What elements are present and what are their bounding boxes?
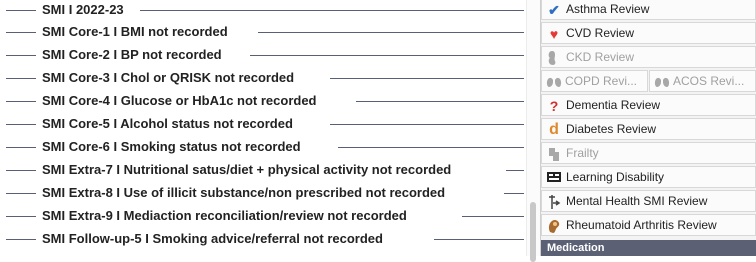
tree-row-label: SMI Core-2 I BP not recorded bbox=[42, 47, 228, 62]
tree-row-core-5[interactable]: SMI Core-5 I Alcohol status not recorded bbox=[0, 114, 524, 137]
tree-row-core-6[interactable]: SMI Core-6 I Smoking status not recorded bbox=[0, 137, 524, 160]
tree-connector bbox=[462, 216, 524, 217]
tree-row-core-1[interactable]: SMI Core-1 I BMI not recorded bbox=[0, 22, 524, 45]
tree-row-core-3[interactable]: SMI Core-3 I Chol or QRISK not recorded bbox=[0, 68, 524, 91]
tree-connector bbox=[6, 10, 36, 11]
learning-disability-button[interactable]: Learning Disability bbox=[541, 166, 756, 188]
tree-row-label: SMI Core-5 I Alcohol status not recorded bbox=[42, 116, 299, 131]
review-label: Mental Health SMI Review bbox=[566, 194, 708, 208]
mental-health-smi-review-button[interactable]: Mental Health SMI Review bbox=[541, 190, 756, 212]
acos-review-button[interactable]: ACOS Revi... bbox=[649, 70, 756, 92]
tree-row-label: SMI Core-6 I Smoking status not recorded bbox=[42, 139, 307, 154]
tree-connector bbox=[6, 193, 36, 194]
review-label: Diabetes Review bbox=[566, 122, 657, 136]
tree-connector bbox=[6, 101, 36, 102]
review-label: CKD Review bbox=[566, 50, 635, 64]
tree-row-follow-up-5[interactable]: SMI Follow-up-5 I Smoking advice/referra… bbox=[0, 229, 524, 252]
tree-row-core-2[interactable]: SMI Core-2 I BP not recorded bbox=[0, 45, 524, 68]
review-label: Rheumatoid Arthritis Review bbox=[566, 218, 717, 232]
mental-health-icon bbox=[546, 194, 562, 210]
copd-review-button[interactable]: COPD Revi... bbox=[541, 70, 648, 92]
tree-connector bbox=[356, 101, 524, 102]
asthma-review-button[interactable]: ✔ Asthma Review bbox=[541, 0, 756, 20]
learning-icon bbox=[546, 170, 562, 186]
tree-connector bbox=[330, 78, 524, 79]
smi-tree-list: SMI I 2022-23 SMI Core-1 I BMI not recor… bbox=[0, 0, 526, 256]
tree-row-label: SMI Core-4 I Glucose or HbA1c not record… bbox=[42, 93, 323, 108]
review-label: Dementia Review bbox=[566, 98, 661, 112]
tree-row-extra-8[interactable]: SMI Extra-8 I Use of illicit substance/n… bbox=[0, 183, 524, 206]
tree-row-label: SMI Core-3 I Chol or QRISK not recorded bbox=[42, 70, 301, 85]
tree-connector bbox=[330, 124, 524, 125]
scrollbar-thumb[interactable] bbox=[530, 202, 536, 262]
question-icon: ? bbox=[549, 98, 559, 114]
rheumatoid-icon bbox=[546, 218, 562, 234]
ckd-review-button[interactable]: CKD Review bbox=[541, 46, 756, 68]
tree-row-label: SMI I 2022-23 bbox=[42, 2, 130, 17]
check-icon: ✔ bbox=[548, 2, 560, 18]
review-label: Frailty bbox=[566, 146, 599, 160]
tree-connector bbox=[338, 147, 524, 148]
review-label: COPD Revi... bbox=[565, 74, 638, 88]
medication-section-header[interactable]: Medication bbox=[541, 240, 756, 256]
tree-row-label: SMI Extra-7 I Nutritional satus/diet + p… bbox=[42, 162, 458, 177]
review-label: Asthma Review bbox=[566, 2, 650, 16]
review-label: ACOS Revi... bbox=[673, 74, 745, 88]
tree-row-label: SMI Extra-9 I Mediaction reconciliation/… bbox=[42, 208, 413, 223]
d-letter-icon: d bbox=[549, 121, 559, 138]
lungs-icon bbox=[546, 74, 562, 90]
frailty-button[interactable]: Frailty bbox=[541, 142, 756, 164]
tree-row-extra-7[interactable]: SMI Extra-7 I Nutritional satus/diet + p… bbox=[0, 160, 524, 183]
tree-connector bbox=[6, 239, 36, 240]
tree-connector bbox=[6, 32, 36, 33]
lungs-icon bbox=[654, 74, 670, 90]
dementia-review-button[interactable]: ? Dementia Review bbox=[541, 94, 756, 116]
tree-connector bbox=[250, 55, 524, 56]
tree-row-label: SMI Follow-up-5 I Smoking advice/referra… bbox=[42, 231, 389, 246]
rheumatoid-arthritis-review-button[interactable]: Rheumatoid Arthritis Review bbox=[541, 214, 756, 236]
tree-connector bbox=[6, 55, 36, 56]
diabetes-review-button[interactable]: d Diabetes Review bbox=[541, 118, 756, 140]
tree-row-extra-9[interactable]: SMI Extra-9 I Mediaction reconciliation/… bbox=[0, 206, 524, 229]
tree-connector bbox=[258, 32, 524, 33]
tree-connector bbox=[6, 216, 36, 217]
tree-connector bbox=[6, 78, 36, 79]
tree-connector bbox=[434, 239, 524, 240]
cvd-review-button[interactable]: ♥ CVD Review bbox=[541, 22, 756, 44]
tree-row-label: SMI Extra-8 I Use of illicit substance/n… bbox=[42, 185, 452, 200]
tree-connector bbox=[506, 170, 524, 171]
tree-connector bbox=[504, 193, 524, 194]
tree-connector bbox=[6, 124, 36, 125]
frailty-icon bbox=[546, 146, 562, 162]
tree-connector bbox=[6, 170, 36, 171]
heart-icon: ♥ bbox=[549, 26, 559, 42]
vertical-scrollbar[interactable] bbox=[526, 0, 540, 262]
tree-row-smi-2022-23[interactable]: SMI I 2022-23 bbox=[0, 0, 524, 23]
review-label: Learning Disability bbox=[566, 170, 665, 184]
tree-connector bbox=[6, 147, 36, 148]
tree-row-label: SMI Core-1 I BMI not recorded bbox=[42, 24, 234, 39]
review-panel: ✔ Asthma Review ♥ CVD Review CKD Review … bbox=[540, 0, 756, 256]
tree-connector bbox=[140, 10, 524, 11]
tree-row-core-4[interactable]: SMI Core-4 I Glucose or HbA1c not record… bbox=[0, 91, 524, 114]
review-label: CVD Review bbox=[566, 26, 635, 40]
kidney-icon bbox=[546, 50, 562, 66]
